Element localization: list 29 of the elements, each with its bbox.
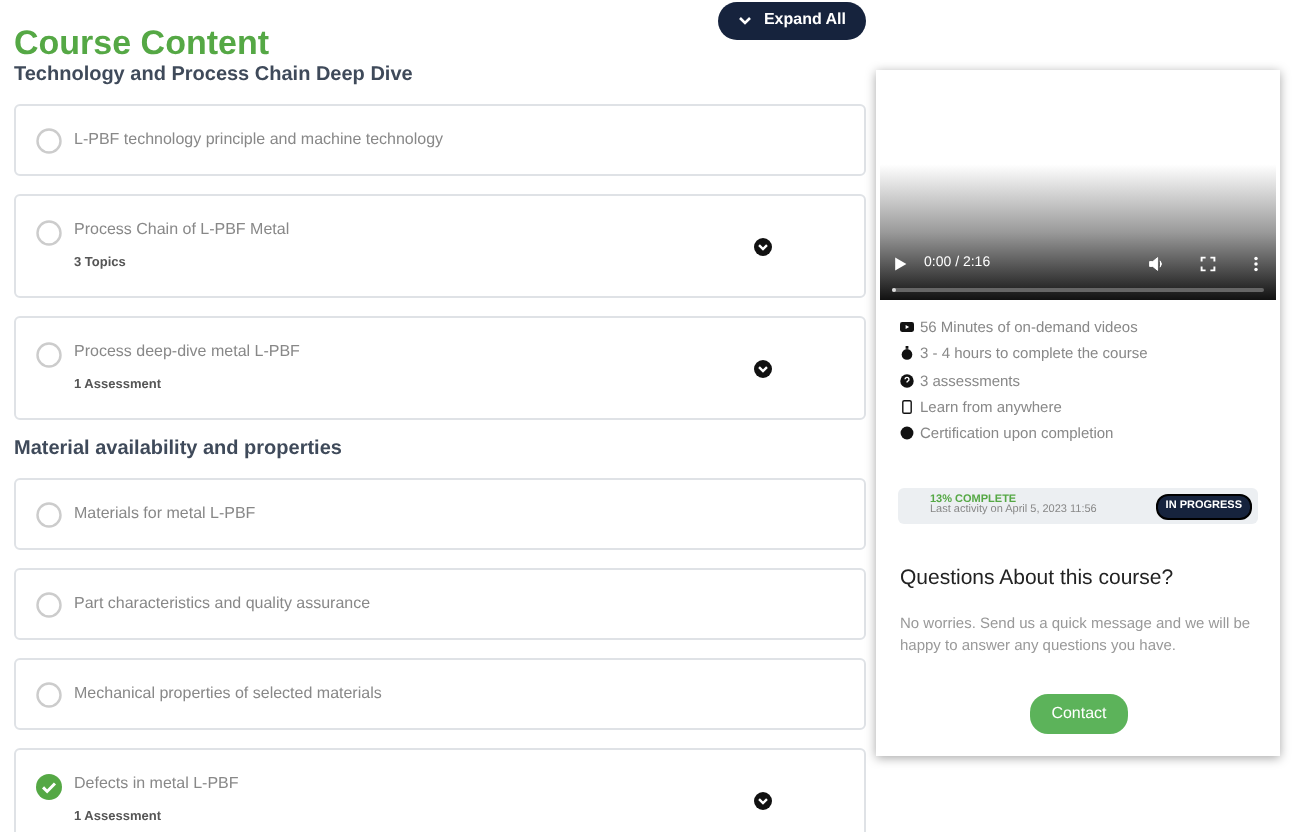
lesson-title: Process Chain of L-PBF Metal [74,218,290,243]
questions-heading: Questions About this course? [900,566,1176,593]
lesson-title: L-PBF technology principle and machine technology [74,128,444,152]
more-options-icon[interactable] [1248,255,1264,272]
chevron-down-icon [737,15,752,25]
section-heading: Material availability and properties [14,438,344,462]
page-title: Course Content [14,23,269,65]
volume-icon[interactable] [1148,255,1164,272]
section-heading: Technology and Process Chain Deep Dive [14,64,415,88]
lesson-card[interactable]: L-PBF technology principle and machine technology [14,104,866,176]
expand-all-button[interactable]: Expand All [717,1,866,39]
lesson-card[interactable]: Mechanical properties of selected materials [14,658,866,730]
lesson-title: Process deep-dive metal L-PBF [74,340,300,365]
play-icon[interactable] [892,255,908,272]
lesson-title: Mechanical properties of selected materials [74,682,382,706]
phone-icon [900,400,914,415]
circle-icon [900,426,914,441]
lesson-title: Part characteristics and quality assurance [74,592,371,616]
chevron-down-icon[interactable] [754,237,772,255]
stopwatch-icon [900,346,914,361]
chevron-down-icon[interactable] [754,791,772,809]
question-icon [900,373,914,388]
chevron-down-icon[interactable] [754,359,772,377]
video-icon [900,320,914,335]
lesson-card[interactable]: Materials for metal L-PBF [14,478,866,550]
fullscreen-icon[interactable] [1200,255,1216,272]
lesson-card[interactable]: Part characteristics and quality assurance [14,568,866,640]
lesson-title: Defects in metal L-PBF [74,772,239,797]
lesson-title: Materials for metal L-PBF [74,502,256,526]
